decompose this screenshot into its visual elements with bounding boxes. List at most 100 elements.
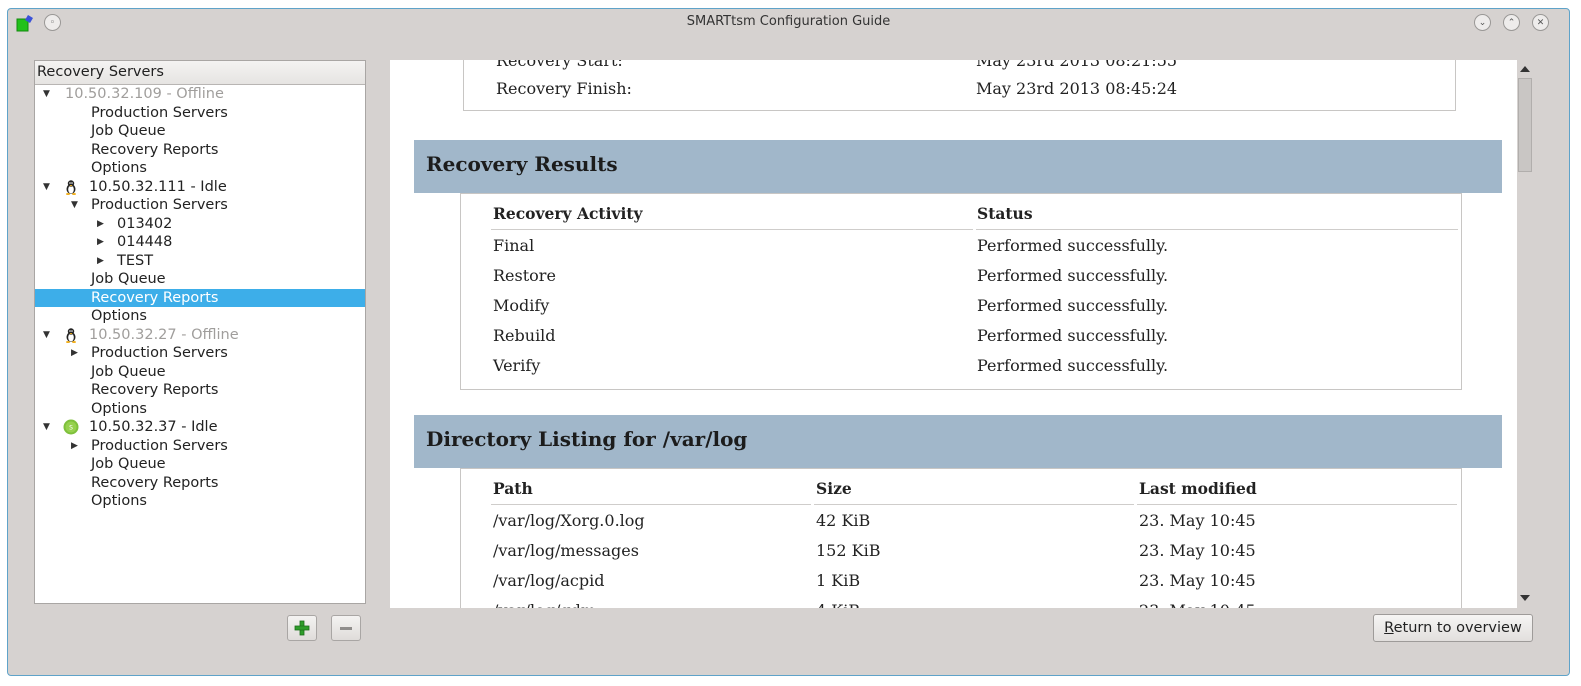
- tree-item-production-servers[interactable]: ▶ Production Servers: [35, 437, 365, 456]
- activity-cell: Final: [493, 236, 535, 255]
- tree-item-label: Production Servers: [91, 197, 228, 213]
- tree-item-label: Production Servers: [91, 345, 228, 361]
- expand-arrow-icon[interactable]: ▼: [43, 418, 50, 436]
- tree-item-production-servers[interactable]: ▶ Production Servers: [35, 344, 365, 363]
- size-cell: 4 KiB: [816, 601, 860, 608]
- tree-item-10-50-32-109-offline[interactable]: ▼ 10.50.32.109 - Offline: [35, 85, 365, 104]
- header-underline: [491, 504, 811, 505]
- add-server-button[interactable]: [287, 615, 317, 641]
- collapse-arrow-icon[interactable]: ▶: [71, 344, 78, 362]
- tree-item-label: Recovery Reports: [91, 474, 219, 491]
- tree-item-recovery-reports[interactable]: Recovery Reports: [35, 288, 365, 307]
- tree-item-options[interactable]: Options: [35, 159, 365, 178]
- tree-item-recovery-reports[interactable]: Recovery Reports: [35, 381, 365, 400]
- tree-item-10-50-32-37-idle[interactable]: ▼ S 10.50.32.37 - Idle: [35, 418, 365, 437]
- activity-cell: Verify: [493, 356, 541, 375]
- tree-item-label: 10.50.32.37 - Idle: [89, 419, 218, 435]
- tree-item-label: Job Queue: [91, 123, 166, 139]
- tree-item-recovery-reports[interactable]: Recovery Reports: [35, 474, 365, 493]
- expand-arrow-icon[interactable]: ▼: [43, 178, 50, 196]
- directory-listing-title: Directory Listing for /var/log: [426, 427, 748, 451]
- size-cell: 152 KiB: [816, 541, 881, 560]
- modified-cell: 23. May 10:45: [1139, 511, 1256, 530]
- recovery-results-title: Recovery Results: [426, 152, 618, 176]
- expand-arrow-icon[interactable]: ▼: [71, 196, 78, 214]
- return-label-rest: eturn to overview: [1393, 620, 1522, 636]
- close-icon[interactable]: ✕: [1532, 14, 1549, 31]
- tree-item-job-queue[interactable]: Job Queue: [35, 270, 365, 289]
- tree-item-label: 10.50.32.109 - Offline: [65, 86, 224, 102]
- tree-item-10-50-32-27-offline[interactable]: ▼ 10.50.32.27 - Offline: [35, 326, 365, 345]
- path-cell: /var/log/Xorg.0.log: [493, 511, 645, 530]
- title-bar[interactable]: ◦ SMARTtsm Configuration Guide ⌄ ⌃ ✕: [8, 9, 1569, 37]
- directory-listing-header: Directory Listing for /var/log: [414, 415, 1502, 468]
- status-cell: Performed successfully.: [977, 326, 1169, 345]
- tree-item-options[interactable]: Options: [35, 400, 365, 419]
- tree-item-label: Production Servers: [91, 437, 228, 454]
- tree-item-013402[interactable]: ▶ 013402: [35, 215, 365, 234]
- tree-item-label: TEST: [117, 252, 154, 269]
- modified-cell: 23. May 10:45: [1139, 541, 1256, 560]
- tree-item-options[interactable]: Options: [35, 492, 365, 511]
- maximize-icon[interactable]: ⌃: [1503, 14, 1520, 31]
- recovery-summary-box: Recovery Start: May 23rd 2013 08:21:55 R…: [463, 60, 1456, 111]
- plus-icon: [294, 620, 310, 636]
- tree-item-production-servers[interactable]: Production Servers: [35, 104, 365, 123]
- tree-item-label: Job Queue: [91, 271, 166, 287]
- tree-item-10-50-32-111-idle[interactable]: ▼ 10.50.32.111 - Idle: [35, 178, 365, 197]
- tree-item-production-servers[interactable]: ▼ Production Servers: [35, 196, 365, 215]
- status-cell: Performed successfully.: [977, 266, 1169, 285]
- recovery-finish-label: Recovery Finish:: [496, 79, 632, 98]
- col-status: Status: [977, 204, 1033, 223]
- tree-item-014448[interactable]: ▶ 014448: [35, 233, 365, 252]
- tree-item-options[interactable]: Options: [35, 307, 365, 326]
- collapse-arrow-icon[interactable]: ▶: [97, 252, 104, 270]
- path-cell: /var/log/messages: [493, 541, 639, 560]
- collapse-arrow-icon[interactable]: ▶: [97, 215, 104, 233]
- size-cell: 1 KiB: [816, 571, 861, 590]
- tree-item-job-queue[interactable]: Job Queue: [35, 122, 365, 141]
- minimize-icon[interactable]: ⌄: [1474, 14, 1491, 31]
- header-underline: [976, 229, 1458, 230]
- col-size: Size: [816, 479, 852, 498]
- window-title: SMARTtsm Configuration Guide: [686, 14, 891, 29]
- tree-item-label: Recovery Reports: [91, 289, 219, 306]
- expand-arrow-icon[interactable]: ▼: [43, 326, 50, 344]
- expand-arrow-icon[interactable]: ▼: [43, 85, 50, 103]
- tree-item-label: Options: [91, 160, 147, 176]
- tree-item-job-queue[interactable]: Job Queue: [35, 455, 365, 474]
- size-cell: 42 KiB: [816, 511, 871, 530]
- tree-item-job-queue[interactable]: Job Queue: [35, 363, 365, 382]
- activity-cell: Rebuild: [493, 326, 556, 345]
- scrollbar-thumb[interactable]: [1518, 78, 1532, 172]
- tree-item-label: Production Servers: [91, 104, 228, 121]
- directory-listing-table: Path Size Last modified /var/log/Xorg.0.…: [460, 468, 1462, 608]
- tree-item-test[interactable]: ▶ TEST: [35, 252, 365, 271]
- tree-item-recovery-reports[interactable]: Recovery Reports: [35, 141, 365, 160]
- col-last-modified: Last modified: [1139, 479, 1257, 498]
- collapse-arrow-icon[interactable]: ▶: [97, 233, 104, 251]
- recovery-servers-tree[interactable]: Recovery Servers ▼ 10.50.32.109 - Offline…: [34, 60, 366, 604]
- tree-rows: ▼ 10.50.32.109 - Offline Production Server…: [35, 85, 365, 511]
- status-cell: Performed successfully.: [977, 296, 1169, 315]
- path-cell: /var/log/gdm: [493, 601, 596, 608]
- collapse-arrow-icon[interactable]: ▶: [71, 437, 78, 455]
- scroll-up-icon[interactable]: [1520, 66, 1530, 72]
- tree-item-label: Recovery Reports: [91, 141, 219, 158]
- tree-header[interactable]: Recovery Servers: [35, 61, 365, 85]
- suse-logo-icon: S: [63, 419, 79, 435]
- report-scrollbar[interactable]: [1517, 60, 1533, 608]
- report-view[interactable]: Recovery Start: May 23rd 2013 08:21:55 R…: [390, 60, 1517, 608]
- col-recovery-activity: Recovery Activity: [493, 204, 643, 223]
- tree-item-label: 10.50.32.27 - Offline: [89, 326, 239, 343]
- scroll-down-icon[interactable]: [1520, 595, 1530, 601]
- status-cell: Performed successfully.: [977, 236, 1169, 255]
- return-to-overview-button[interactable]: Return to overview: [1373, 614, 1533, 642]
- tree-item-label: Job Queue: [91, 363, 166, 380]
- return-mnemonic: R: [1384, 620, 1394, 636]
- recovery-results-table: Recovery Activity Status Final Performed …: [460, 193, 1462, 390]
- path-cell: /var/log/acpid: [493, 571, 605, 590]
- remove-server-button[interactable]: [331, 615, 361, 641]
- header-underline: [491, 229, 973, 230]
- main-window: ◦ SMARTtsm Configuration Guide ⌄ ⌃ ✕ Rec…: [7, 8, 1570, 676]
